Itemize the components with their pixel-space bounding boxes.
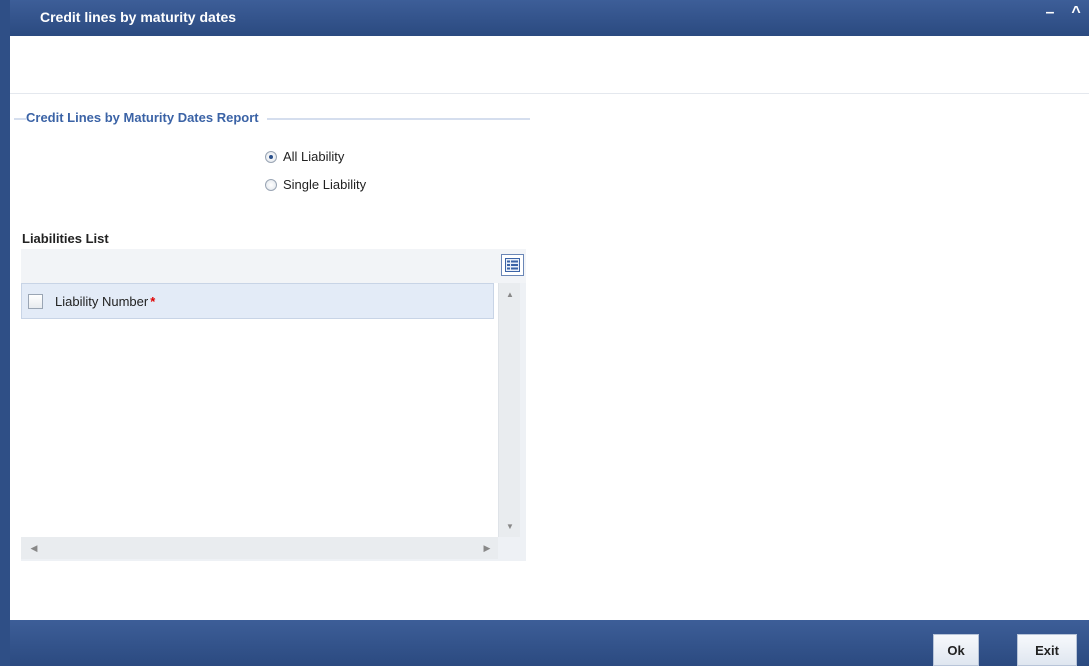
arrow-left-icon[interactable]: ◀ [27, 541, 41, 555]
grid-toolbar [21, 249, 526, 283]
select-all-checkbox[interactable] [28, 293, 43, 309]
scroll-corner [498, 537, 520, 559]
radio-single-liability[interactable]: Single Liability [265, 177, 366, 192]
horizontal-scrollbar[interactable]: ◀ ▶ [21, 537, 498, 559]
report-legend: Credit Lines by Maturity Dates Report [26, 110, 267, 125]
title-bar: Credit lines by maturity dates – ^ [10, 0, 1089, 36]
window-left-border [0, 0, 10, 666]
grid-body: Liability Number * [21, 283, 498, 537]
maximize-icon[interactable]: ^ [1067, 4, 1085, 22]
column-header-liability-number: Liability Number * [55, 294, 155, 309]
liabilities-list-title: Liabilities List [22, 231, 109, 246]
window-title: Credit lines by maturity dates [40, 9, 237, 25]
arrow-down-icon[interactable]: ▼ [499, 519, 521, 533]
report-window: Credit lines by maturity dates – ^ Credi… [0, 0, 1089, 666]
liabilities-grid: Liability Number * ▲ ▼ ◀ ▶ [21, 249, 526, 561]
grid-header-row: Liability Number * [21, 283, 494, 319]
radio-button[interactable] [265, 150, 277, 163]
minimize-icon[interactable]: – [1041, 4, 1059, 22]
ok-button[interactable]: Ok [933, 634, 979, 666]
window-controls: – ^ [1041, 4, 1085, 22]
footer-bar: Ok Exit [10, 620, 1089, 666]
vertical-scrollbar[interactable]: ▲ ▼ [498, 283, 520, 537]
exit-button[interactable]: Exit [1017, 634, 1077, 666]
radio-button[interactable] [265, 178, 277, 191]
radio-label: Single Liability [283, 177, 367, 192]
required-marker: * [150, 293, 156, 309]
radio-label: All Liability [283, 149, 345, 164]
list-columns-icon[interactable] [501, 254, 524, 276]
toolbar-area [10, 36, 1089, 94]
arrow-right-icon[interactable]: ▶ [480, 541, 494, 555]
arrow-up-icon[interactable]: ▲ [499, 287, 521, 301]
column-label: Liability Number [55, 293, 149, 309]
radio-all-liability[interactable]: All Liability [265, 149, 344, 164]
